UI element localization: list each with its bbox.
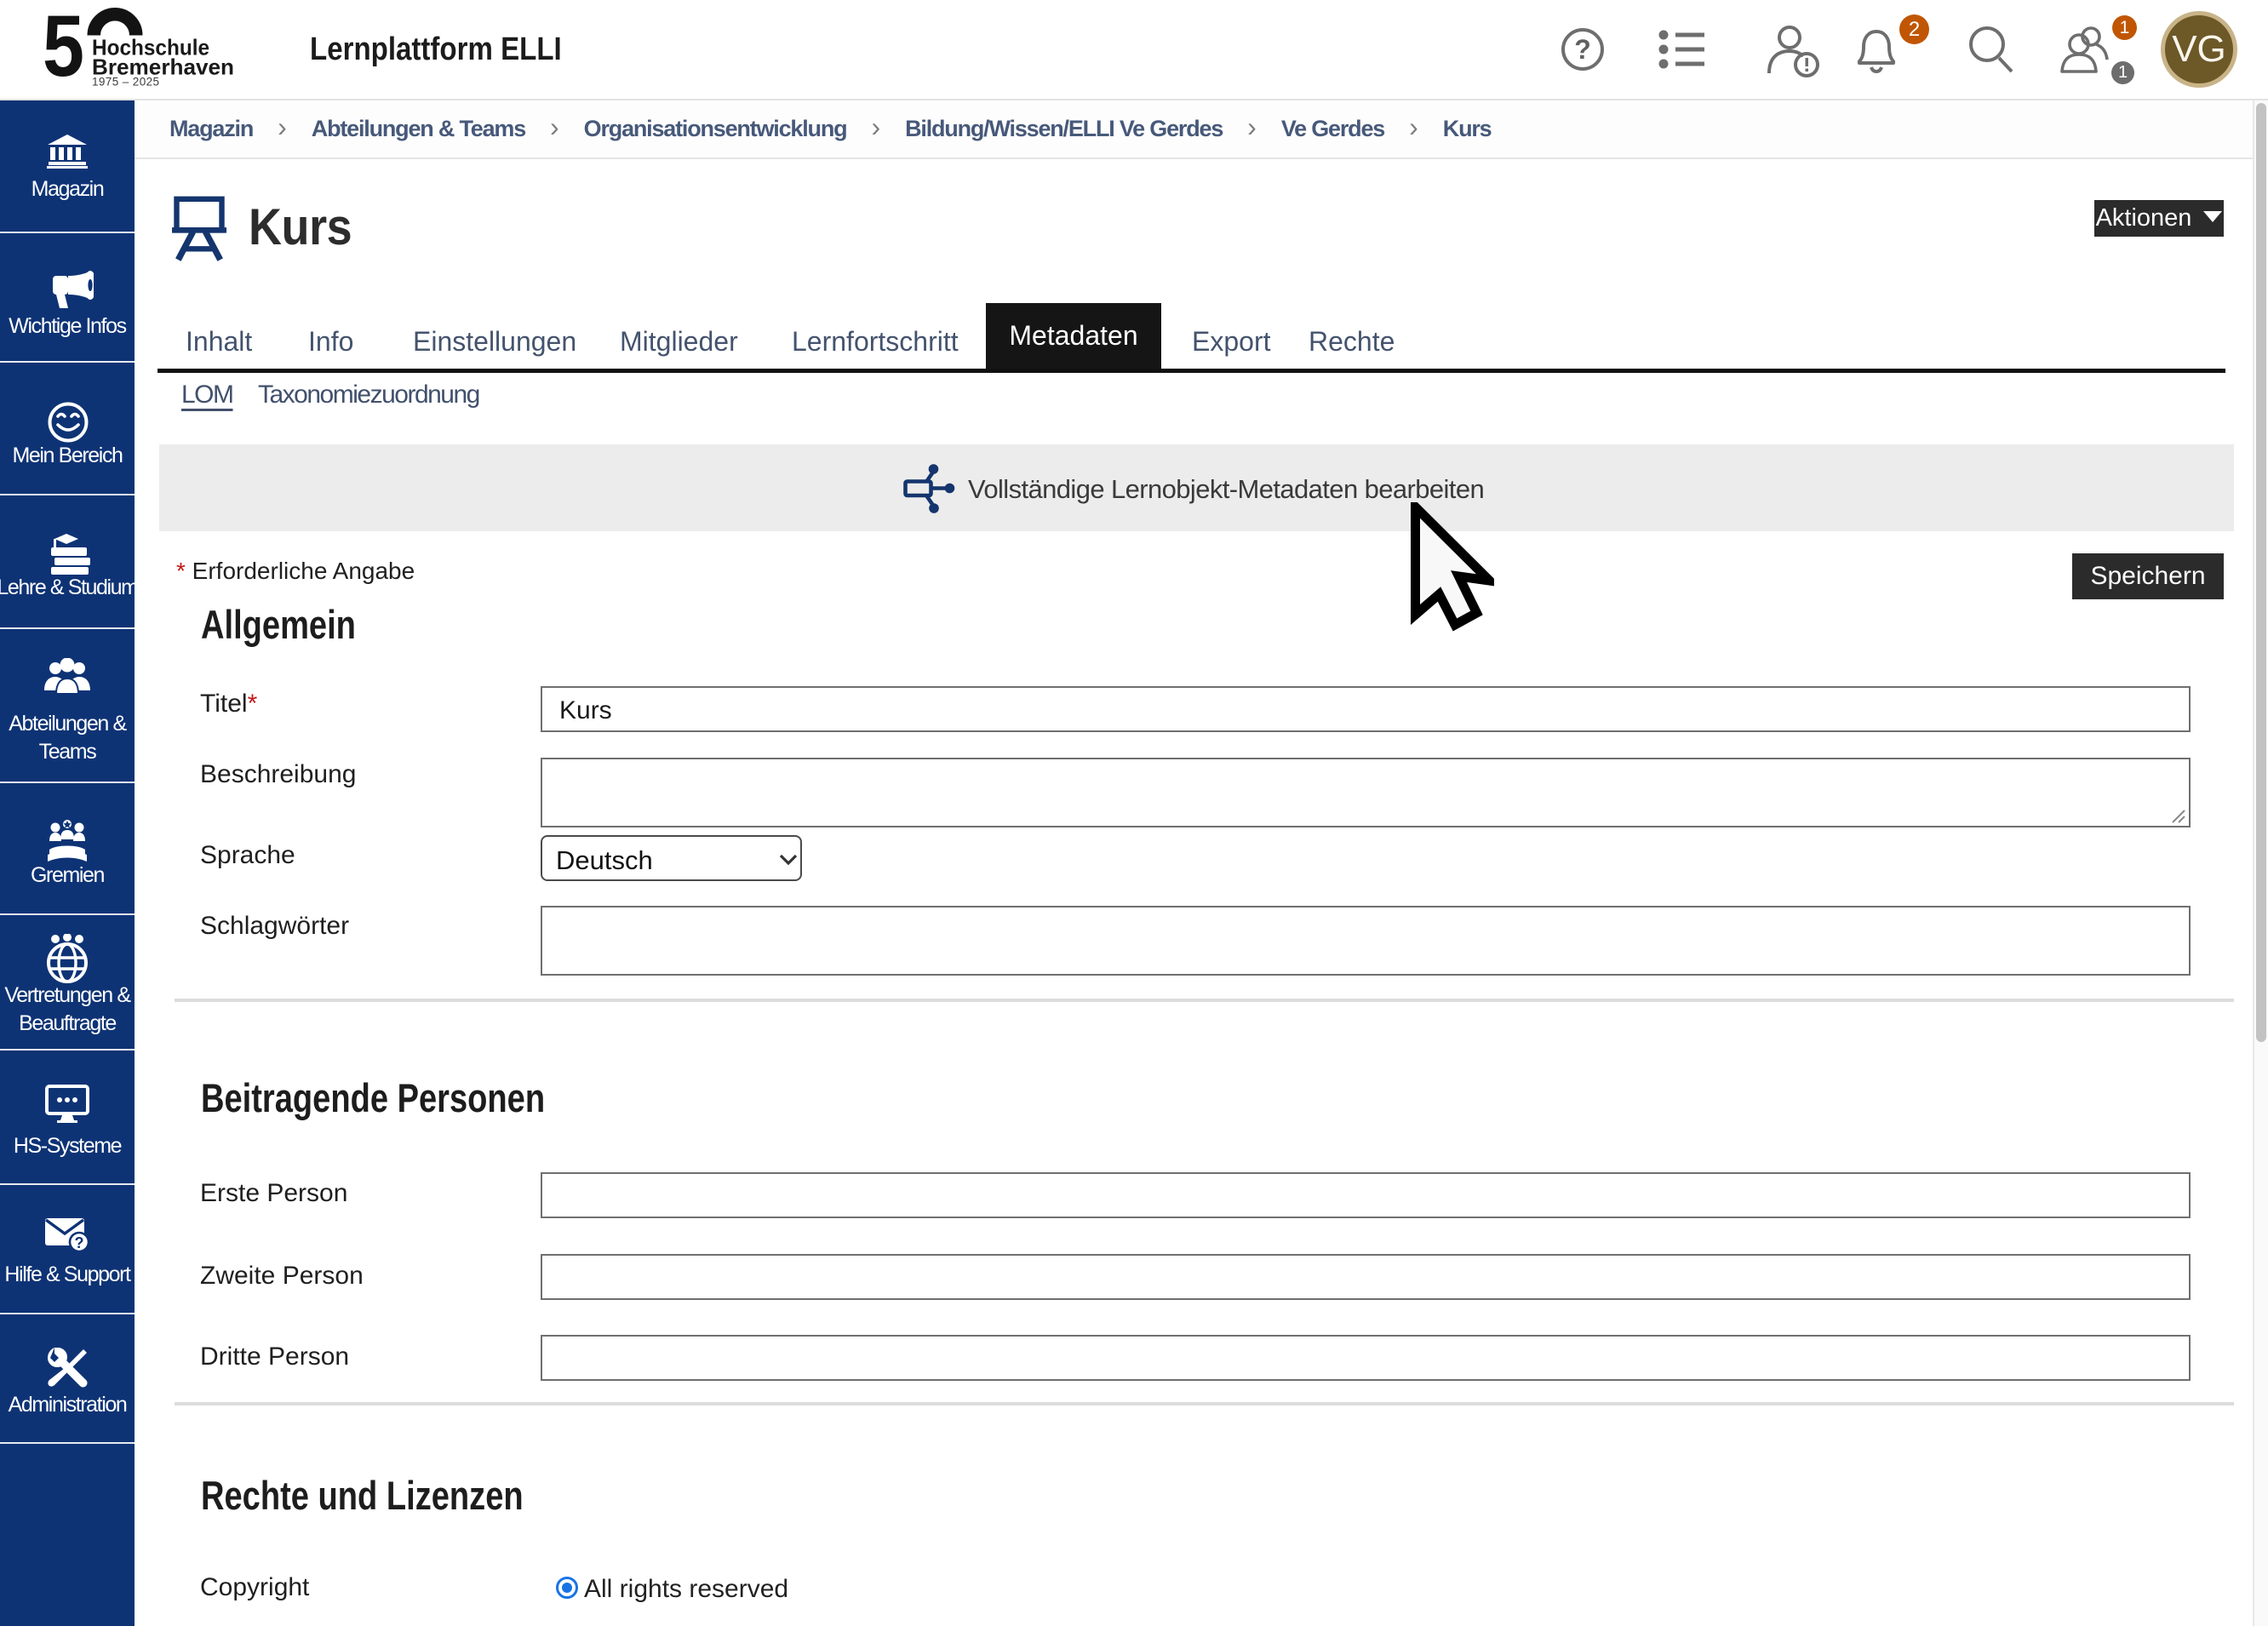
svg-text:?: ? [1574,34,1591,65]
svg-text:5: 5 [43,7,84,94]
svg-text:1975 – 2025: 1975 – 2025 [92,76,159,89]
svg-text:?: ? [75,1234,84,1251]
